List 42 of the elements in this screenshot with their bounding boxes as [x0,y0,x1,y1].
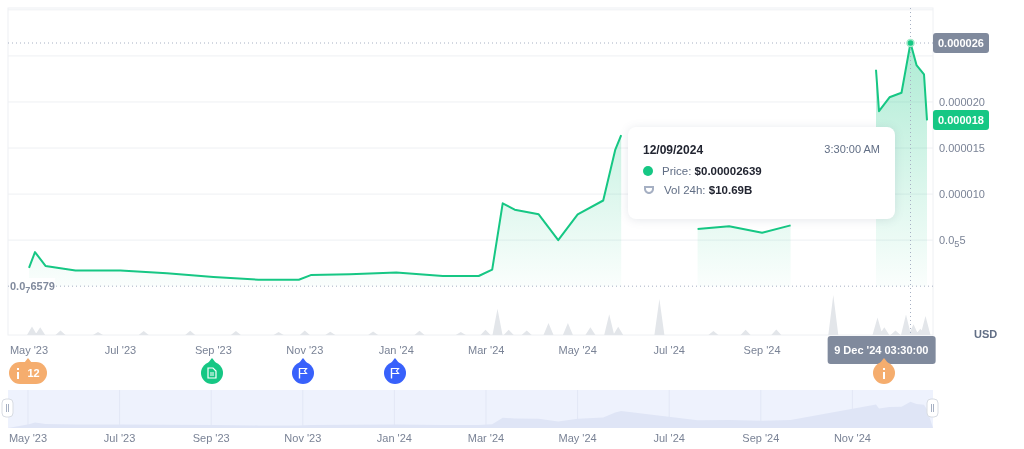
axis-label: Nov '23 [284,431,322,445]
left-handle[interactable] [1,398,14,418]
tooltip-time: 3:30:00 AM [824,143,880,157]
axis-label: May '24 [558,431,597,445]
axis-label: 0.0$_{5}$5 [939,233,966,252]
axis-label: Sep '24 [742,431,780,445]
current-price-badge: 0.000018 [933,110,989,131]
info-icon [882,367,886,379]
volume-icon [643,185,655,195]
event-count: 12 [27,367,40,379]
axis-label: Mar '24 [467,431,505,445]
tooltip-value: Vol 24h: $10.69B [664,184,753,196]
axis-label: Sep '23 [192,431,230,445]
axis-label: May '23 [9,343,49,357]
max-price-badge: 0.000026 [933,33,989,53]
axis-label: Sep '24 [743,343,781,357]
axis-label: Jan '24 [376,431,412,445]
tooltip-date: 12/09/2024 [643,143,704,157]
axis-label: Jul '24 [653,343,685,357]
axis-label: Mar '24 [468,343,505,357]
axis-label: Jul '23 [104,343,137,357]
axis-label: 0.000020 [939,94,985,110]
info-icon [16,367,21,379]
tooltip-value: Price: $0.00002639 [662,165,762,177]
axis-label: May '23 [8,431,48,445]
currency-label: USD [974,328,998,340]
dot-icon [643,166,653,176]
axis-label: 0.000010 [939,187,985,203]
axis-label: Nov '24 [833,431,871,445]
axis-label: Jan '24 [378,343,414,357]
document-icon [207,367,217,379]
axis-label: Jul '24 [653,431,685,445]
axis-label: Sep '23 [194,343,232,357]
axis-label: Jul '23 [103,431,136,445]
crosshair-date-label: 9 Dec '24 03:30:00 [827,336,936,364]
right-handle[interactable] [926,398,939,418]
flag-icon [298,367,308,379]
axis-label: 0.000015 [939,141,985,156]
axis-label: May '24 [558,343,597,357]
axis-label: Nov '23 [286,343,324,357]
flag-icon [390,367,400,379]
price-point [906,38,915,48]
